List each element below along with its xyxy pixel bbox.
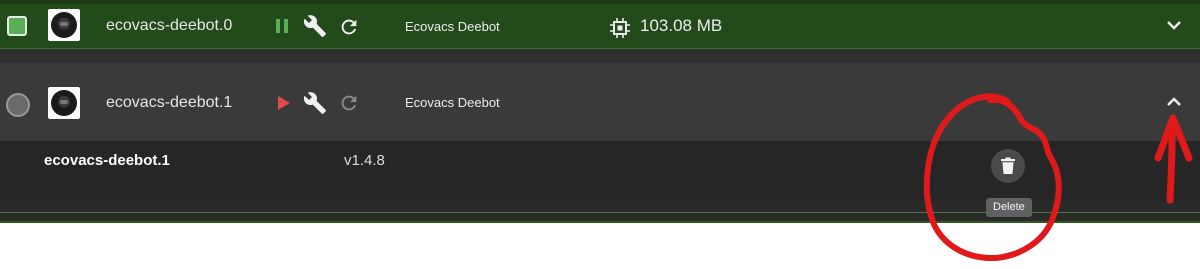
instance-1-enable-toggle[interactable] [6, 93, 30, 117]
instance-row-0[interactable]: ecovacs-deebot.0 Ecovacs Deebot 103.08 M… [0, 4, 1200, 49]
delete-button[interactable] [991, 149, 1025, 183]
instance-0-robot-icon [48, 9, 80, 41]
instance-row-1[interactable]: ecovacs-deebot.1 Ecovacs Deebot [0, 63, 1200, 141]
details-version: v1.4.8 [344, 152, 385, 169]
wrench-icon[interactable] [303, 14, 327, 38]
instance-0-name: ecovacs-deebot.0 [106, 17, 233, 34]
memory-chip-icon [610, 18, 630, 38]
instance-details: ecovacs-deebot.1 v1.4.8 [0, 141, 1200, 201]
trash-icon [1001, 157, 1015, 174]
instances-panel: ecovacs-deebot.0 Ecovacs Deebot 103.08 M… [0, 0, 1200, 223]
instance-1-robot-icon [48, 87, 80, 119]
instance-0-enable-checkbox[interactable] [7, 16, 27, 36]
restart-icon [341, 95, 357, 111]
instance-0-memory: 103.08 MB [640, 16, 723, 35]
instance-1-title: Ecovacs Deebot [405, 95, 500, 110]
row-separator [0, 49, 1200, 63]
wrench-icon[interactable] [303, 91, 327, 115]
chevron-up-icon[interactable] [1166, 96, 1182, 108]
instance-1-name: ecovacs-deebot.1 [106, 94, 233, 111]
chevron-down-icon[interactable] [1166, 19, 1182, 31]
details-instance-name: ecovacs-deebot.1 [44, 152, 170, 169]
instance-0-title: Ecovacs Deebot [405, 19, 500, 34]
restart-icon[interactable] [338, 16, 360, 38]
play-icon[interactable] [277, 95, 291, 111]
delete-tooltip: Delete [986, 198, 1032, 217]
pause-icon[interactable] [274, 17, 290, 35]
